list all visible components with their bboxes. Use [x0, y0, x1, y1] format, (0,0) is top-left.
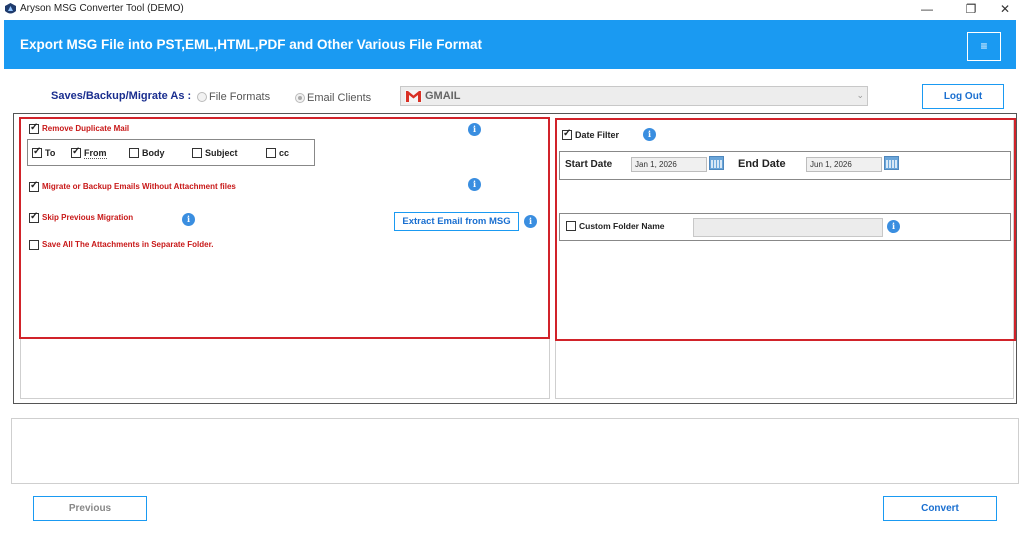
custom-folder-checkbox[interactable]: [566, 221, 576, 231]
header-banner: Export MSG File into PST,EML,HTML,PDF an…: [4, 20, 1016, 69]
save-attachments-label: Save All The Attachments in Separate Fol…: [42, 240, 214, 249]
date-filter-label: Date Filter: [575, 130, 620, 140]
calendar-icon[interactable]: [884, 156, 899, 170]
date-filter-checkbox[interactable]: [562, 128, 572, 140]
hamburger-icon: ≡: [980, 39, 988, 53]
restore-button[interactable]: ❐: [956, 0, 986, 18]
saves-as-label: Saves/Backup/Migrate As :: [51, 90, 192, 102]
filter-subject-label: Subject: [205, 148, 238, 158]
radio-file-formats[interactable]: [197, 92, 207, 102]
filter-cc-label: cc: [279, 148, 290, 158]
skip-previous-checkbox[interactable]: [29, 211, 39, 223]
calendar-icon[interactable]: [709, 156, 724, 170]
custom-folder-label: Custom Folder Name: [579, 221, 665, 231]
info-icon[interactable]: i: [468, 178, 481, 191]
start-date-input[interactable]: Jan 1, 2026: [631, 157, 707, 172]
remove-duplicate-label: Remove Duplicate Mail: [42, 124, 130, 133]
radio-email-clients-label: Email Clients: [307, 92, 372, 104]
chevron-down-icon: ⌄: [856, 90, 864, 100]
filter-body-label: Body: [142, 148, 165, 158]
radio-file-formats-label: File Formats: [209, 91, 271, 103]
filter-to-checkbox[interactable]: [32, 146, 42, 158]
filter-from-checkbox[interactable]: [71, 146, 81, 158]
filter-to-label: To: [45, 148, 56, 158]
save-attachments-checkbox[interactable]: [29, 240, 39, 250]
filter-from-label: From: [84, 148, 107, 159]
convert-button[interactable]: Convert: [883, 496, 997, 521]
info-icon[interactable]: i: [468, 123, 481, 136]
skip-previous-label: Skip Previous Migration: [42, 213, 134, 222]
info-icon[interactable]: i: [182, 213, 195, 226]
info-icon[interactable]: i: [643, 128, 656, 141]
app-logo-icon: [5, 3, 16, 14]
title-bar: Aryson MSG Converter Tool (DEMO) — ❐ ✕: [0, 0, 1024, 18]
end-date-input[interactable]: Jun 1, 2026: [806, 157, 882, 172]
window-title: Aryson MSG Converter Tool (DEMO): [20, 3, 184, 14]
without-attachment-label: Migrate or Backup Emails Without Attachm…: [42, 182, 236, 191]
info-icon[interactable]: i: [887, 220, 900, 233]
without-attachment-checkbox[interactable]: [29, 180, 39, 192]
email-client-select[interactable]: GMAIL ⌄: [400, 86, 868, 106]
start-date-label: Start Date: [565, 159, 613, 170]
gmail-icon: [405, 90, 422, 103]
menu-button[interactable]: ≡: [967, 32, 1001, 61]
info-icon[interactable]: i: [524, 215, 537, 228]
end-date-label: End Date: [738, 158, 786, 170]
filter-body-checkbox[interactable]: [129, 148, 139, 158]
logout-button[interactable]: Log Out: [922, 84, 1004, 109]
custom-folder-input[interactable]: [693, 218, 883, 237]
previous-button[interactable]: Previous: [33, 496, 147, 521]
extract-email-button[interactable]: Extract Email from MSG: [394, 212, 519, 231]
filter-cc-checkbox[interactable]: [266, 148, 276, 158]
banner-title: Export MSG File into PST,EML,HTML,PDF an…: [20, 37, 483, 52]
minimize-button[interactable]: —: [912, 0, 942, 18]
log-area: [11, 418, 1019, 484]
filter-subject-checkbox[interactable]: [192, 148, 202, 158]
radio-email-clients[interactable]: [295, 93, 305, 103]
selected-client-text: GMAIL: [425, 90, 461, 102]
close-button[interactable]: ✕: [990, 0, 1020, 18]
remove-duplicate-checkbox[interactable]: [29, 122, 39, 134]
